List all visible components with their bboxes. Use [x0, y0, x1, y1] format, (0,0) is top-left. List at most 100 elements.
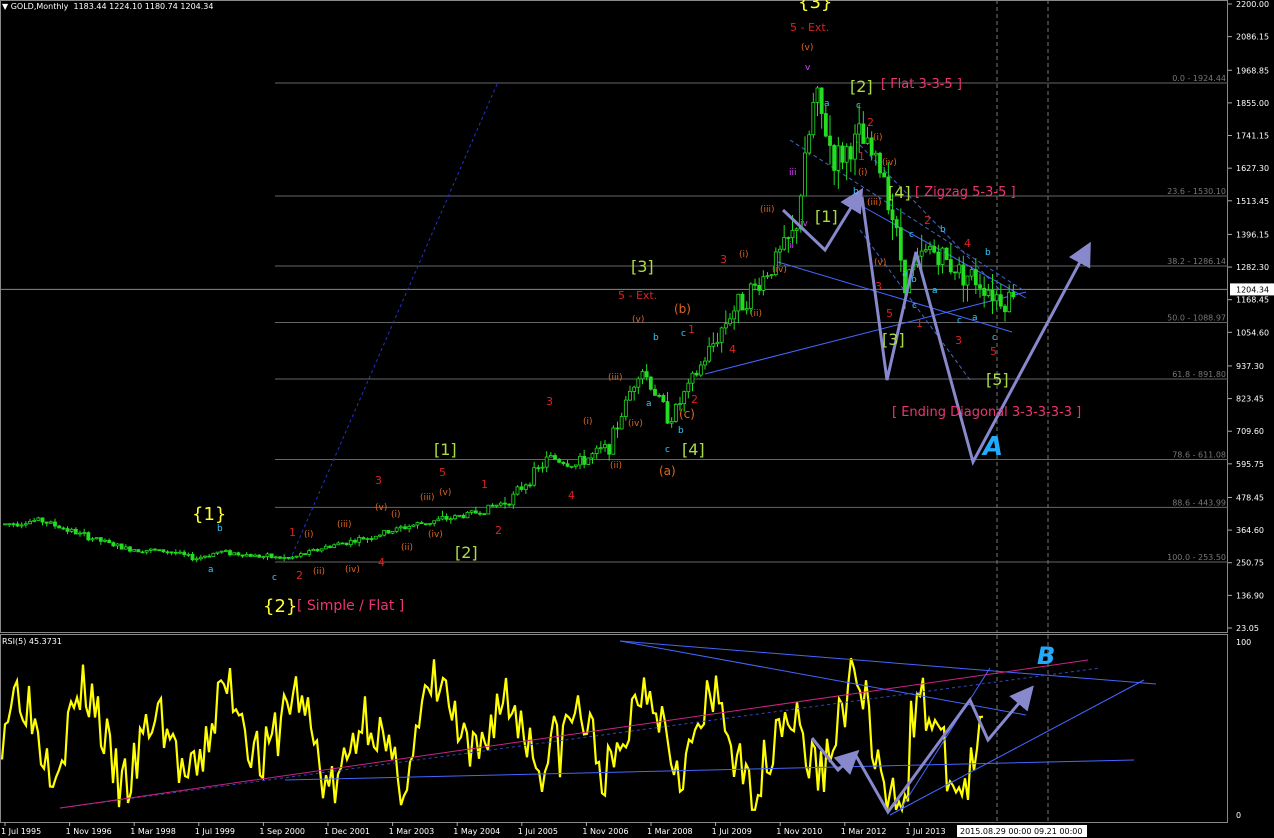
candle-body: [486, 504, 491, 515]
candle-body: [857, 123, 862, 135]
candle-body: [569, 465, 574, 468]
candle-body: [69, 528, 74, 532]
candle-body: [457, 514, 462, 517]
candle-body: [782, 237, 787, 250]
candle-body: [128, 546, 132, 552]
candle-body: [103, 539, 107, 542]
candle-body: [998, 294, 1003, 307]
candle-body: [315, 548, 320, 552]
candle-body: [873, 152, 878, 156]
candle-body: [23, 523, 28, 526]
wave-label: (b): [674, 302, 691, 316]
candle-body: [1003, 305, 1007, 313]
wave-label: (i): [873, 133, 883, 143]
candle-body: [894, 219, 899, 229]
candle-body: [544, 456, 549, 468]
candle-body: [490, 504, 495, 507]
dropdown-triangle-icon[interactable]: ▼: [2, 2, 11, 11]
candle-body: [973, 269, 978, 286]
wave-label: (v): [375, 503, 387, 513]
candle-body: [82, 532, 87, 534]
candle-body: [957, 264, 962, 274]
candle-body: [890, 209, 895, 221]
candle-body: [478, 512, 482, 515]
candle-body: [523, 484, 528, 490]
candle-body: [961, 264, 966, 286]
wave-label: 1: [916, 317, 923, 330]
wave-label: {3}: [798, 0, 832, 13]
wave-label: 2: [867, 116, 874, 129]
y-tick-label: 23.05: [1236, 624, 1259, 633]
candle-body: [136, 549, 141, 553]
wave-label: b: [985, 248, 991, 258]
x-tick-label: 1 Mar 2008: [647, 827, 693, 836]
candle-body: [598, 447, 603, 450]
wave-label: (iv): [882, 158, 897, 168]
candle-body: [640, 371, 645, 380]
wave-label: [ Simple / Flat ]: [297, 598, 404, 614]
candle-body: [161, 549, 166, 553]
wave-label: c: [909, 230, 914, 240]
wave-label: {1}: [192, 504, 226, 525]
wave-label: c: [992, 333, 997, 343]
candle-body: [36, 517, 41, 521]
wave-label: 2: [296, 569, 303, 582]
candle-body: [123, 546, 128, 550]
candle-body: [940, 247, 945, 265]
candle-body: [382, 529, 387, 536]
candle-body: [844, 146, 849, 163]
candle-body: [448, 518, 453, 521]
wave-label: (c): [679, 407, 695, 421]
candle-body: [944, 247, 949, 260]
candle-body: [307, 550, 312, 555]
candle-body: [578, 455, 582, 466]
candle-body: [623, 399, 628, 417]
candle-body: [515, 486, 520, 495]
candle-body: [690, 372, 695, 384]
candle-body: [332, 544, 337, 548]
candle-body: [411, 524, 416, 527]
candle-body: [965, 275, 970, 286]
candle-body: [465, 512, 470, 519]
wave-label: (iii): [420, 493, 435, 503]
candle-body: [153, 548, 157, 551]
y-tick-label: 136.90: [1236, 591, 1264, 600]
candle-body: [7, 523, 12, 526]
fib-label: 0.0 - 1924.44: [1172, 74, 1226, 83]
wave-label: (iv): [628, 419, 643, 429]
candle-body: [498, 502, 503, 506]
wave-label: (iv): [428, 530, 443, 540]
wave-label: c: [665, 445, 670, 455]
wave-label: b: [853, 187, 859, 197]
candle-body: [357, 537, 362, 543]
candle-body: [219, 550, 224, 553]
candle-body: [44, 521, 49, 524]
wave-label: [2]: [455, 543, 478, 562]
symbol-label: GOLD,Monthly: [10, 2, 69, 11]
candle-body: [282, 556, 287, 559]
y-tick-label: 823.45: [1236, 395, 1264, 404]
wave-label: b: [940, 225, 946, 235]
wave-label: iv: [800, 219, 809, 229]
candle-body: [603, 444, 607, 449]
candle-body: [1011, 291, 1016, 298]
candle-body: [511, 493, 516, 506]
candle-body: [507, 503, 512, 506]
candle-body: [919, 250, 924, 257]
candle-body: [619, 416, 624, 430]
candle-body: [790, 230, 795, 239]
chart-canvas[interactable]: 0.0 - 1924.44 23.6 - 1530.10 38.2 - 1286.1…: [0, 0, 1274, 838]
wave-label: a: [646, 399, 652, 409]
current-price-tag-label: 1204.34: [1236, 285, 1269, 294]
candle-body: [840, 145, 845, 163]
candle-body: [440, 516, 445, 520]
rsi-tick-label: 0: [1236, 811, 1241, 820]
candle-body: [186, 553, 191, 556]
candle-body: [736, 293, 741, 312]
candle-body: [723, 323, 728, 329]
x-tick-label: 1 Mar 2003: [389, 827, 435, 836]
wave-label: [5]: [986, 370, 1009, 389]
candle-body: [53, 521, 57, 527]
candle-body: [982, 287, 987, 296]
candle-body: [703, 360, 707, 366]
